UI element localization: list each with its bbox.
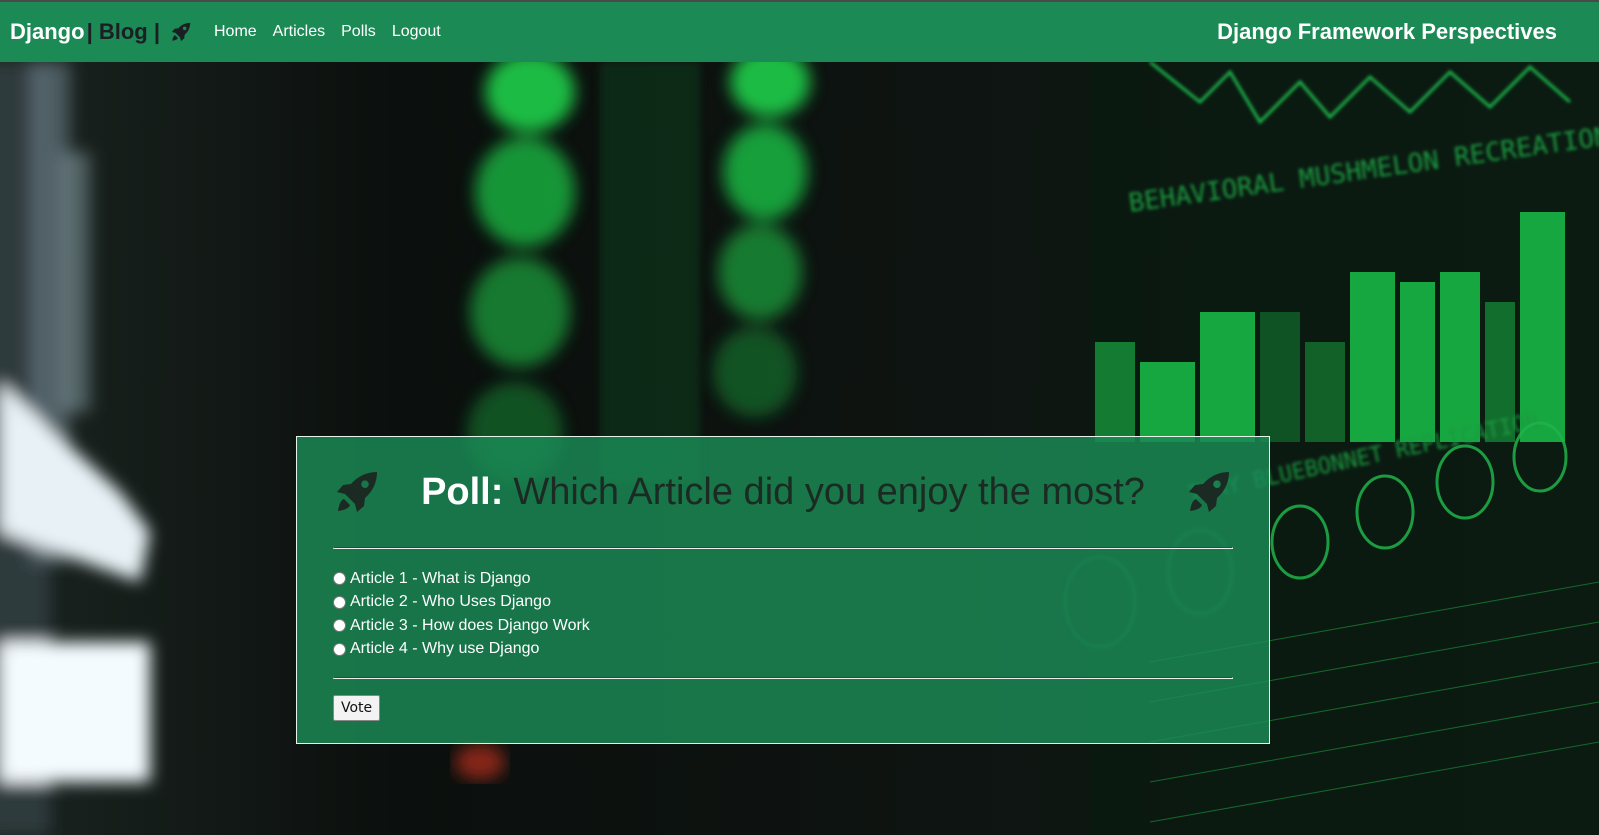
poll-option-4[interactable]: Article 4 - Why use Django [333,638,1233,662]
radio-button[interactable] [333,595,346,609]
option-label: Article 4 - Why use Django [350,640,540,658]
nav-link-articles[interactable]: Articles [273,23,325,41]
rocket-icon [1188,472,1229,512]
radio-button[interactable] [333,572,346,586]
option-label: Article 2 - Who Uses Django [350,593,551,611]
brand[interactable]: Django | Blog | [10,19,192,45]
brand-django: Django [10,19,85,44]
poll-options: Article 1 - What is Django Article 2 - W… [333,549,1233,677]
poll-option-3[interactable]: Article 3 - How does Django Work [333,614,1233,638]
poll-question: Which Article did you enjoy the most? [513,470,1145,513]
rocket-icon [337,472,377,512]
vote-button[interactable]: Vote [333,695,381,721]
rocket-icon [171,22,191,42]
poll-header: Poll: Which Article did you enjoy the mo… [333,437,1233,547]
option-label: Article 1 - What is Django [350,569,531,587]
nav-link-home[interactable]: Home [214,23,257,41]
poll-label: Poll: [421,470,504,513]
site-title: Django Framework Perspectives [1217,19,1557,44]
nav-link-logout[interactable]: Logout [392,23,441,41]
poll-title: Poll: Which Article did you enjoy the mo… [421,471,1145,514]
option-label: Article 3 - How does Django Work [350,616,590,634]
radio-button[interactable] [333,642,346,656]
poll-option-2[interactable]: Article 2 - Who Uses Django [333,591,1233,615]
poll-option-1[interactable]: Article 1 - What is Django [333,567,1233,591]
brand-blog: | Blog | [86,19,160,44]
vote-row: Vote [333,679,1233,721]
nav-link-polls[interactable]: Polls [341,23,376,41]
nav-links: Home Articles Polls Logout [214,23,457,41]
navbar: Django | Blog | Home Articles Polls Logo… [0,2,1599,62]
radio-button[interactable] [333,619,346,633]
poll-card: Poll: Which Article did you enjoy the mo… [296,436,1270,744]
